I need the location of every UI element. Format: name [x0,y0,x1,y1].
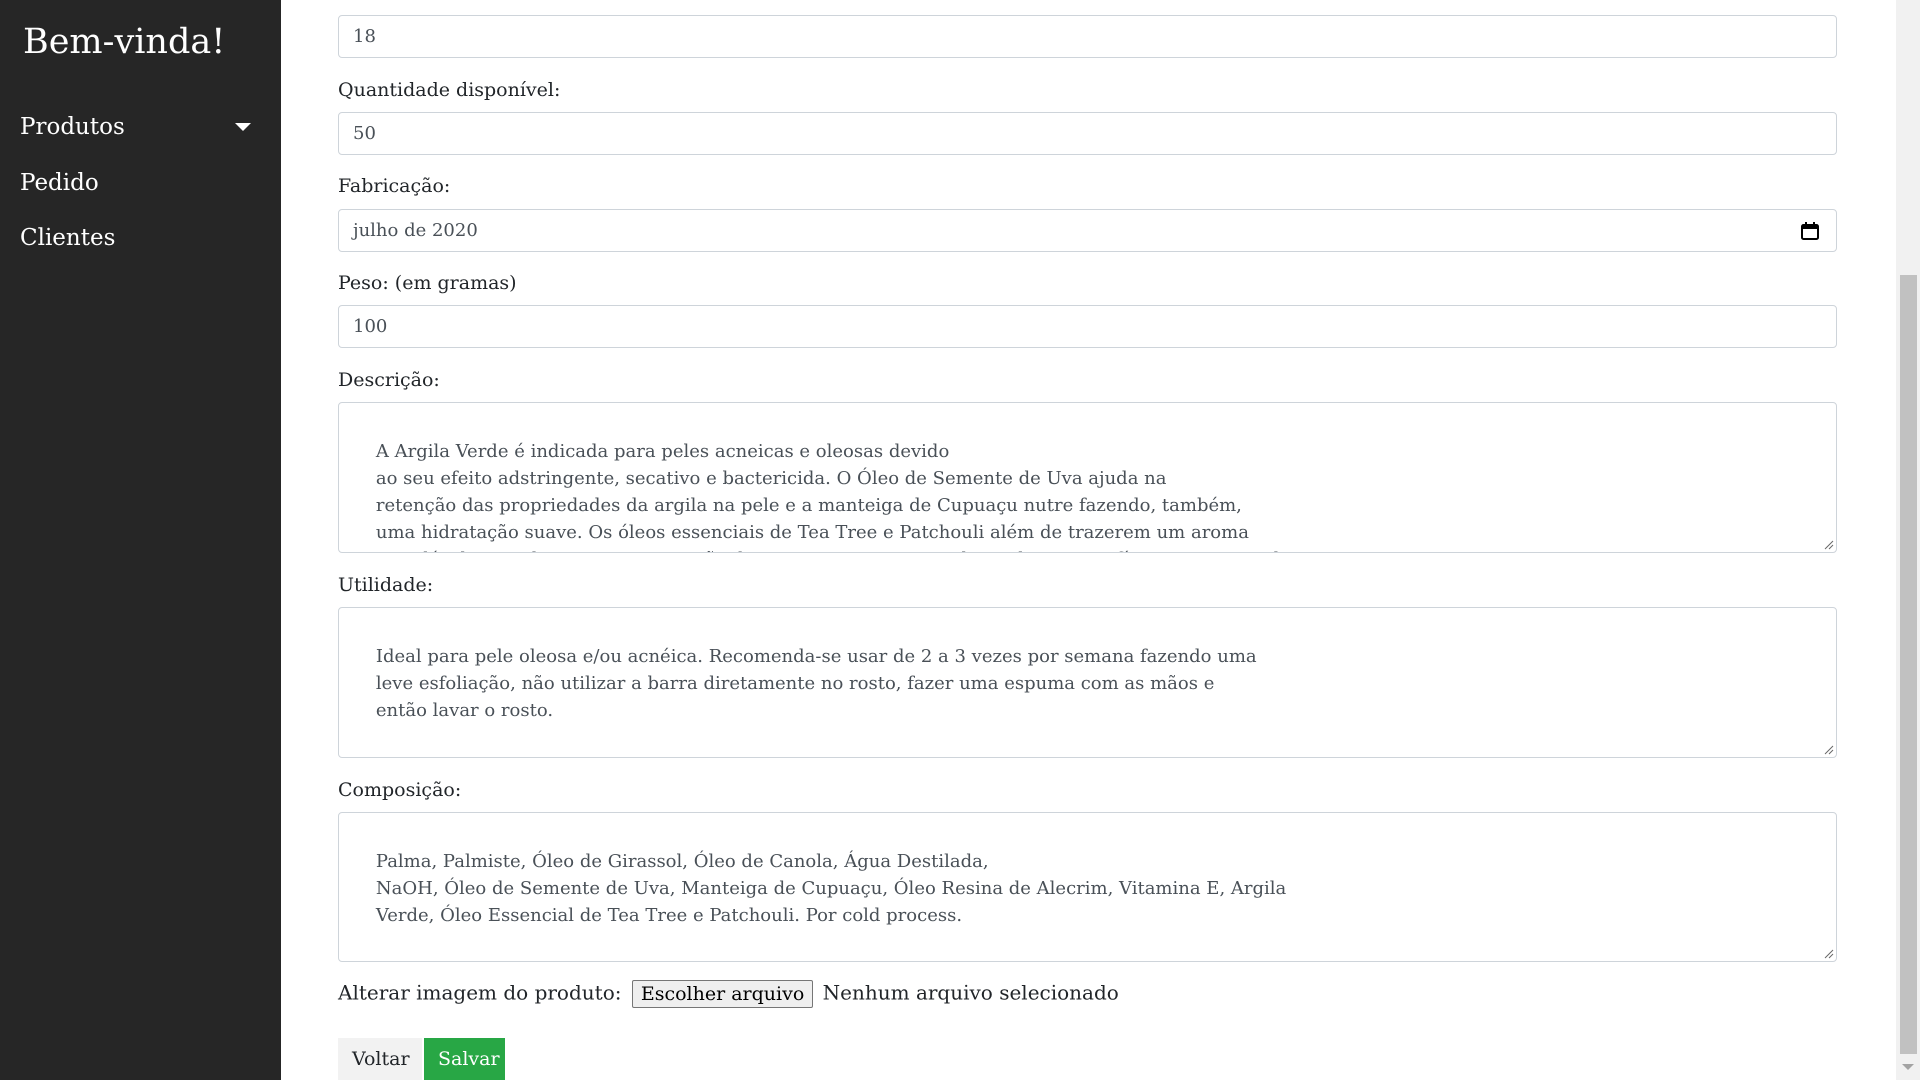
calendar-icon[interactable] [1800,221,1820,241]
resize-grip-icon[interactable] [1822,743,1834,755]
composition-textarea[interactable]: Palma, Palmiste, Óleo de Girassol, Óleo … [338,812,1837,962]
choose-file-button[interactable]: Escolher arquivo [631,980,814,1008]
utility-text: Ideal para pele oleosa e/ou acnéica. Rec… [375,646,1257,721]
scroll-down-arrow-icon[interactable] [1902,1064,1914,1070]
sidebar: Bem-vinda! Produtos Pedido Clientes [0,0,281,1080]
manufacture-date-input[interactable]: julho de 2020 [338,209,1837,252]
manufacture-label: Fabricação: [338,175,451,197]
caret-down-icon[interactable] [235,123,251,131]
sidebar-item-pedido[interactable]: Pedido [20,170,99,196]
quantity-label: Quantidade disponível: [338,79,561,101]
sidebar-item-produtos[interactable]: Produtos [20,114,125,140]
composition-text: Palma, Palmiste, Óleo de Girassol, Óleo … [375,851,1287,926]
file-status-text: Nenhum arquivo selecionado [822,980,1119,1005]
price-input[interactable]: 18 [338,15,1837,58]
back-button[interactable]: Voltar [338,1038,422,1080]
image-upload-label: Alterar imagem do produto: [338,980,622,1005]
scrollbar-thumb[interactable] [1900,275,1917,1054]
weight-label: Peso: (em gramas) [338,272,517,294]
quantity-input[interactable]: 50 [338,112,1837,155]
description-textarea[interactable]: A Argila Verde é indicada para peles acn… [338,402,1837,553]
description-text: A Argila Verde é indicada para peles acn… [375,441,1285,552]
resize-grip-icon[interactable] [1822,947,1834,959]
resize-grip-icon[interactable] [1822,538,1834,550]
image-upload-row: Alterar imagem do produto: Escolher arqu… [338,980,1119,1014]
utility-label: Utilidade: [338,574,434,596]
brand-title: Bem-vinda! [23,22,226,62]
utility-textarea[interactable]: Ideal para pele oleosa e/ou acnéica. Rec… [338,607,1837,758]
description-label: Descrição: [338,369,440,391]
weight-input[interactable]: 100 [338,305,1837,348]
composition-label: Composição: [338,779,462,801]
sidebar-item-clientes[interactable]: Clientes [20,225,115,251]
manufacture-date-value: julho de 2020 [353,220,478,241]
save-button[interactable]: Salvar [424,1038,505,1080]
